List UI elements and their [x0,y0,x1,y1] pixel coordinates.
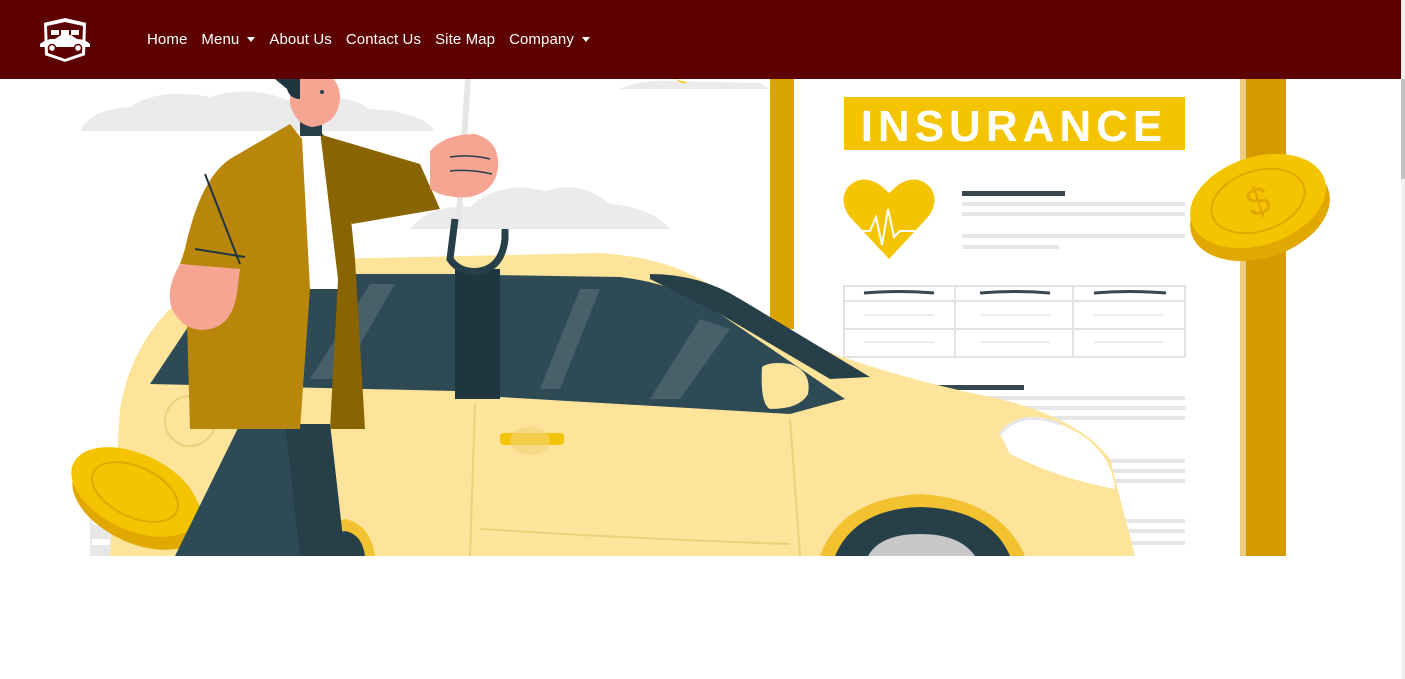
cloud-shape [80,91,435,131]
nav-home-label: Home [147,31,188,48]
nav-site-map[interactable]: Site Map [428,31,502,48]
nav-menu-label: Menu [201,31,240,48]
nav-sitemap-label: Site Map [435,31,496,48]
nav-contact-us[interactable]: Contact Us [339,31,428,48]
hero-banner: INSURANCE $ [0,79,1401,556]
scrollbar-thumb[interactable] [1401,79,1405,179]
top-navbar: Home Menu About Us Contact Us Site Map C… [0,0,1401,79]
cloud-shape [620,80,770,89]
car-insurance-illustration: INSURANCE $ [71,79,1330,556]
nav-about-label: About Us [269,31,332,48]
nav-company-label: Company [509,31,574,48]
nav-links: Home Menu About Us Contact Us Site Map C… [140,0,597,79]
car-shield-logo-icon [40,15,90,65]
nav-about-us[interactable]: About Us [262,31,339,48]
sign-post-left [770,79,794,329]
caret-down-icon [247,37,256,42]
nav-home[interactable]: Home [140,31,194,48]
nav-contact-label: Contact Us [345,31,422,48]
sign-post-right [1240,79,1286,556]
nav-menu-dropdown[interactable]: Menu [194,31,262,48]
caret-down-icon [581,37,590,42]
insurance-title: INSURANCE [861,102,1168,151]
logo[interactable] [37,14,93,66]
nav-company-dropdown[interactable]: Company [502,31,597,48]
